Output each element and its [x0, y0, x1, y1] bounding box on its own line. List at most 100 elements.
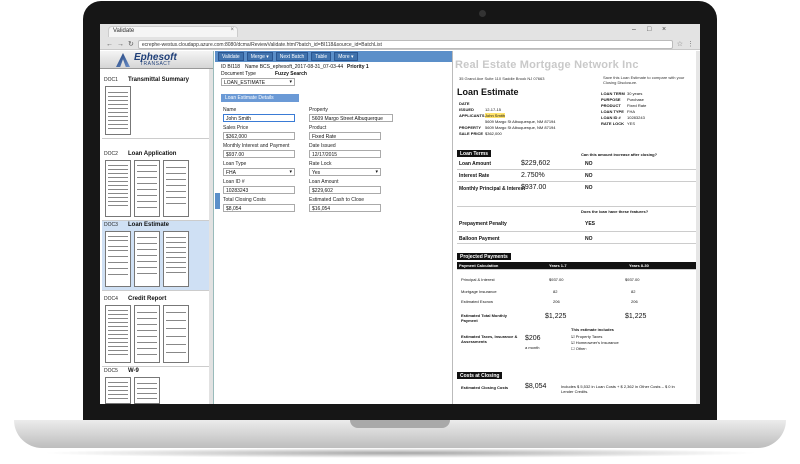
page-thumbnail[interactable] [134, 160, 160, 217]
validate-button[interactable]: Validate [218, 52, 244, 61]
collapse-handle[interactable] [215, 193, 220, 209]
page-thumbnail[interactable] [134, 231, 160, 287]
property-input[interactable]: 5609 Margo Street Albuquerque [309, 114, 393, 122]
cash-to-close-input[interactable]: $16,054 [309, 204, 381, 212]
page-thumbnail[interactable] [105, 160, 131, 217]
term-label: Monthly Principal & Interest [459, 186, 526, 192]
field-loan-amount: Loan Amount $229,602 [309, 179, 381, 194]
bookmark-star-icon[interactable]: ☆ [677, 40, 683, 48]
payment-calc-header: Payment Calculation Years 1-7 Years 8-30 [457, 262, 698, 270]
document-title: Loan Estimate [457, 87, 519, 97]
scrollbar[interactable] [209, 69, 213, 404]
field-closing-costs: Total Closing Costs $8,054 [223, 197, 295, 212]
name-input[interactable]: John Smith [223, 114, 295, 122]
menu-icon[interactable]: ⋮ [687, 40, 694, 48]
page-thumbnail[interactable] [163, 160, 189, 217]
include-item: ☑ Property Taxes [571, 334, 602, 339]
page-thumbnail[interactable] [163, 231, 189, 287]
field-label: Loan Type [223, 161, 247, 167]
next-batch-button[interactable]: Next Batch [275, 52, 309, 61]
info-value: 12-17-15 [485, 107, 502, 112]
loan-type-value: FHA [226, 170, 236, 176]
loan-term-row: Balloon Payment NO [457, 233, 698, 244]
page-thumbnails [105, 377, 207, 404]
table-button[interactable]: Table [311, 52, 332, 61]
pi-label: Principal & Interest [461, 277, 495, 282]
info-value: 5609 Margo St Albuquerque, NM 87194 [485, 119, 556, 124]
page-thumbnail[interactable] [163, 305, 189, 363]
page-thumbnail[interactable] [105, 377, 131, 404]
closing-costs-input[interactable]: $8,054 [223, 204, 295, 212]
minimize-icon[interactable]: – [632, 26, 636, 33]
field-label: Sales Price [223, 125, 249, 131]
document-item[interactable]: DOC5 W-9 [102, 367, 210, 404]
taxes-frequency: a month [525, 345, 540, 350]
term-answer: NO [585, 173, 593, 179]
field-cash-to-close: Estimated Cash to Close $16,054 [309, 197, 381, 212]
merge-button[interactable]: Merge ▾ [246, 52, 273, 61]
mi-value-2: 82 [631, 289, 636, 294]
document-item-selected[interactable]: DOC3 Loan Estimate [102, 221, 210, 291]
projected-payments-bar: Projected Payments [457, 253, 511, 260]
browser-tab[interactable]: Validate × [108, 26, 238, 37]
field-rate-lock: Rate Lock Yes ▾ [309, 161, 381, 176]
info-value: YES [627, 121, 636, 126]
page-thumbnails [105, 305, 207, 363]
term-value: 2.750% [521, 172, 545, 179]
rate-lock-select[interactable]: Yes ▾ [309, 168, 381, 176]
field-label: Name [223, 107, 237, 113]
document-type-select[interactable]: LOAN_ESTIMATE ▾ [221, 78, 295, 86]
term-answer: NO [585, 236, 593, 242]
document-item[interactable]: DOC1 Transmittal Summary [102, 76, 210, 139]
monthly-interest-input[interactable]: $937.00 [223, 150, 295, 158]
document-title: Transmittal Summary [128, 77, 190, 83]
document-title: Loan Estimate [128, 222, 170, 228]
info-value: FHA [627, 109, 635, 114]
sales-price-input[interactable]: $362,000 [223, 132, 295, 140]
browser-chrome: Validate × – □ × ← → ↻ ecrephe-westus.cl… [100, 24, 700, 50]
close-icon[interactable]: × [230, 27, 234, 33]
product-input[interactable]: Fixed Rate [309, 132, 381, 140]
info-value: Purchase [627, 97, 644, 102]
document-right-info: LOAN TERM 30 years PURPOSE Purchase PRODUC… [601, 91, 646, 127]
document-id: DOC4 [104, 296, 118, 302]
document-id: DOC2 [104, 151, 118, 157]
validation-panel: Validate Merge ▾ Next Batch Table More ▾… [215, 51, 567, 404]
loan-id-input[interactable]: 10283243 [223, 186, 295, 194]
costs-at-closing-bar: Costs at Closing [457, 372, 503, 379]
section-header[interactable]: Loan Estimate Details [221, 94, 299, 102]
document-item[interactable]: DOC4 Credit Report [102, 295, 210, 367]
info-label: RATE LOCK [601, 121, 625, 126]
page-thumbnail[interactable] [105, 86, 131, 135]
document-title: Credit Report [128, 296, 167, 302]
field-product: Product Fixed Rate [309, 125, 381, 140]
address-bar[interactable]: ecrephe-westus.cloudapp.azure.com:8080/d… [137, 39, 673, 49]
reload-icon[interactable]: ↻ [128, 40, 134, 48]
field-label: Estimated Cash to Close [309, 197, 365, 203]
maximize-icon[interactable]: □ [647, 26, 651, 33]
back-icon[interactable]: ← [106, 41, 113, 48]
date-issued-input[interactable]: 12/17/2015 [309, 150, 381, 158]
term-label: Loan Amount [459, 161, 492, 167]
page-thumbnail[interactable] [134, 377, 160, 404]
loan-term-row: Monthly Principal & Interest $937.00 NO [457, 183, 698, 207]
document-item[interactable]: DOC2 Loan Application [102, 150, 210, 221]
window-close-icon[interactable]: × [662, 26, 666, 33]
address-row: ← → ↻ ecrephe-westus.cloudapp.azure.com:… [106, 39, 694, 49]
page-thumbnail[interactable] [134, 305, 160, 363]
term-answer: YES [585, 221, 596, 227]
field-label: Loan Amount [309, 179, 339, 185]
forward-icon[interactable]: → [117, 41, 124, 48]
scrollbar[interactable] [696, 51, 700, 404]
page-thumbnail[interactable] [105, 305, 131, 363]
page-thumbnail[interactable] [105, 231, 131, 287]
more-button[interactable]: More ▾ [334, 52, 358, 61]
loan-amount-input[interactable]: $229,602 [309, 186, 381, 194]
loan-type-select[interactable]: FHA ▾ [223, 168, 295, 176]
rate-lock-value: Yes [312, 170, 321, 176]
field-label: Property [309, 107, 328, 113]
mi-label: Mortgage Insurance [461, 289, 497, 294]
info-value: 30 years [627, 91, 643, 96]
field-sales-price: Sales Price $362,000 [223, 125, 295, 140]
term-label: Balloon Payment [459, 236, 500, 242]
